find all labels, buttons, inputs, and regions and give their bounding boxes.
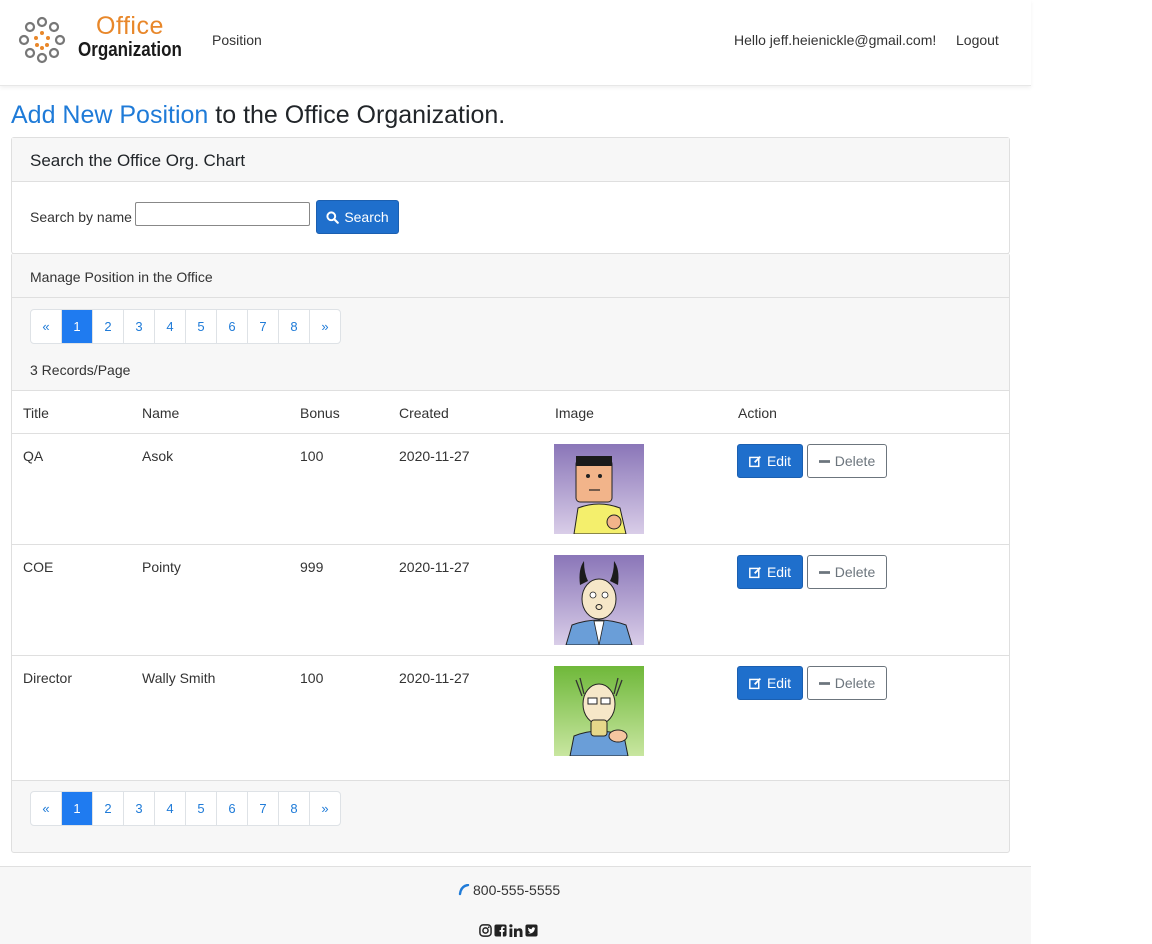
minus-icon xyxy=(818,570,830,574)
table-row: Director Wally Smith 100 2020-11-27 Edit… xyxy=(12,656,1009,766)
page-link-6[interactable]: 6 xyxy=(217,792,248,825)
footer-phone: 800-555-5555 xyxy=(458,882,560,898)
delete-button[interactable]: Delete xyxy=(807,444,887,478)
page-link-7[interactable]: 7 xyxy=(248,792,279,825)
cell-name: Pointy xyxy=(142,559,181,575)
minus-icon xyxy=(818,681,830,685)
delete-button[interactable]: Delete xyxy=(807,666,887,700)
cell-title: COE xyxy=(23,559,54,575)
search-button[interactable]: Search xyxy=(316,200,399,234)
column-header-name: Name xyxy=(142,405,180,421)
search-card: Search the Office Org. Chart Search by n… xyxy=(11,137,1010,254)
cell-bonus: 999 xyxy=(300,559,324,575)
page-link-7[interactable]: 7 xyxy=(248,310,279,343)
instagram-icon[interactable] xyxy=(479,924,492,937)
positions-table: Title Name Bonus Created Image Action QA… xyxy=(12,390,1009,781)
cell-title: QA xyxy=(23,448,44,464)
edit-button[interactable]: Edit xyxy=(737,666,803,700)
pointy-avatar xyxy=(554,555,644,645)
footer: 800-555-5555 xyxy=(0,866,1031,944)
cell-name: Asok xyxy=(142,448,174,464)
cell-created: 2020-11-27 xyxy=(399,559,470,575)
manage-card-header: Manage Position in the Office xyxy=(12,254,1009,298)
social-links xyxy=(479,924,538,937)
page-title-rest: to the Office Organization. xyxy=(208,101,506,129)
page-link-3[interactable]: 3 xyxy=(124,310,155,343)
cell-bonus: 100 xyxy=(300,670,324,686)
phone-number: 800-555-5555 xyxy=(473,882,561,898)
page-link-6[interactable]: 6 xyxy=(217,310,248,343)
cell-bonus: 100 xyxy=(300,448,324,464)
page-link-1[interactable]: 1 xyxy=(62,310,93,343)
edit-button[interactable]: Edit xyxy=(737,444,803,478)
delete-button-label: Delete xyxy=(834,675,876,691)
column-header-action: Action xyxy=(738,405,777,421)
manage-card: Manage Position in the Office « 1 2 3 4 … xyxy=(11,253,1010,853)
search-card-title: Search the Office Org. Chart xyxy=(30,151,246,170)
page-link-3[interactable]: 3 xyxy=(124,792,155,825)
add-new-position-link[interactable]: Add New Position xyxy=(11,101,208,129)
search-label: Search by name xyxy=(30,209,132,225)
edit-button-label: Edit xyxy=(766,564,792,580)
page-link-8[interactable]: 8 xyxy=(279,310,310,343)
cell-name: Wally Smith xyxy=(142,670,216,686)
wally-avatar xyxy=(554,666,644,756)
page-prev[interactable]: « xyxy=(31,792,62,825)
page-link-5[interactable]: 5 xyxy=(186,792,217,825)
pagination-bottom: « 1 2 3 4 5 6 7 8 » xyxy=(30,791,341,826)
page-link-2[interactable]: 2 xyxy=(93,310,124,343)
table-row: COE Pointy 999 2020-11-27 Edit Delete xyxy=(12,545,1009,656)
edit-button-label: Edit xyxy=(766,675,792,691)
facebook-icon[interactable] xyxy=(494,924,507,937)
page-link-4[interactable]: 4 xyxy=(155,310,186,343)
delete-button-label: Delete xyxy=(834,453,876,469)
phone-icon xyxy=(458,884,470,896)
logout-link[interactable]: Logout xyxy=(956,32,999,48)
table-header-row: Title Name Bonus Created Image Action xyxy=(12,391,1009,434)
delete-button[interactable]: Delete xyxy=(807,555,887,589)
minus-icon xyxy=(818,459,830,463)
edit-icon xyxy=(749,455,761,467)
asok-avatar xyxy=(554,444,644,534)
cell-title: Director xyxy=(23,670,73,686)
page-link-5[interactable]: 5 xyxy=(186,310,217,343)
pagination-top: « 1 2 3 4 5 6 7 8 » xyxy=(30,309,341,344)
page-link-8[interactable]: 8 xyxy=(279,792,310,825)
logo-mark-icon xyxy=(18,16,66,64)
cell-created: 2020-11-27 xyxy=(399,670,470,686)
search-card-header: Search the Office Org. Chart xyxy=(12,138,1009,182)
logo-word-organization: Organization xyxy=(78,39,182,61)
column-header-bonus: Bonus xyxy=(300,405,340,421)
page-next[interactable]: » xyxy=(310,310,340,343)
edit-button-label: Edit xyxy=(766,453,792,469)
table-row: QA Asok 100 2020-11-27 Edit Delete xyxy=(12,434,1009,545)
records-per-page: 3 Records/Page xyxy=(30,362,131,378)
user-greeting: Hello jeff.heienickle@gmail.com! xyxy=(734,32,937,48)
linkedin-icon[interactable] xyxy=(509,924,523,937)
page-prev[interactable]: « xyxy=(31,310,62,343)
page-link-1[interactable]: 1 xyxy=(62,792,93,825)
logo[interactable]: Office Organization xyxy=(18,12,188,70)
navbar: Office Organization Position Hello jeff.… xyxy=(0,0,1031,86)
delete-button-label: Delete xyxy=(834,564,876,580)
nav-position-link[interactable]: Position xyxy=(212,32,262,48)
manage-card-title: Manage Position in the Office xyxy=(30,269,213,285)
page-title: Add New Position to the Office Organizat… xyxy=(11,101,505,130)
page-link-2[interactable]: 2 xyxy=(93,792,124,825)
edit-icon xyxy=(749,677,761,689)
twitter-icon[interactable] xyxy=(525,924,538,937)
column-header-title: Title xyxy=(23,405,49,421)
search-button-label: Search xyxy=(344,209,389,225)
search-icon xyxy=(326,210,340,224)
edit-icon xyxy=(749,566,761,578)
page-next[interactable]: » xyxy=(310,792,340,825)
page: Office Organization Position Hello jeff.… xyxy=(0,0,1031,944)
cell-created: 2020-11-27 xyxy=(399,448,470,464)
search-input[interactable] xyxy=(135,202,310,226)
column-header-created: Created xyxy=(399,405,449,421)
edit-button[interactable]: Edit xyxy=(737,555,803,589)
page-link-4[interactable]: 4 xyxy=(155,792,186,825)
column-header-image: Image xyxy=(555,405,594,421)
logo-word-office: Office xyxy=(96,12,164,40)
